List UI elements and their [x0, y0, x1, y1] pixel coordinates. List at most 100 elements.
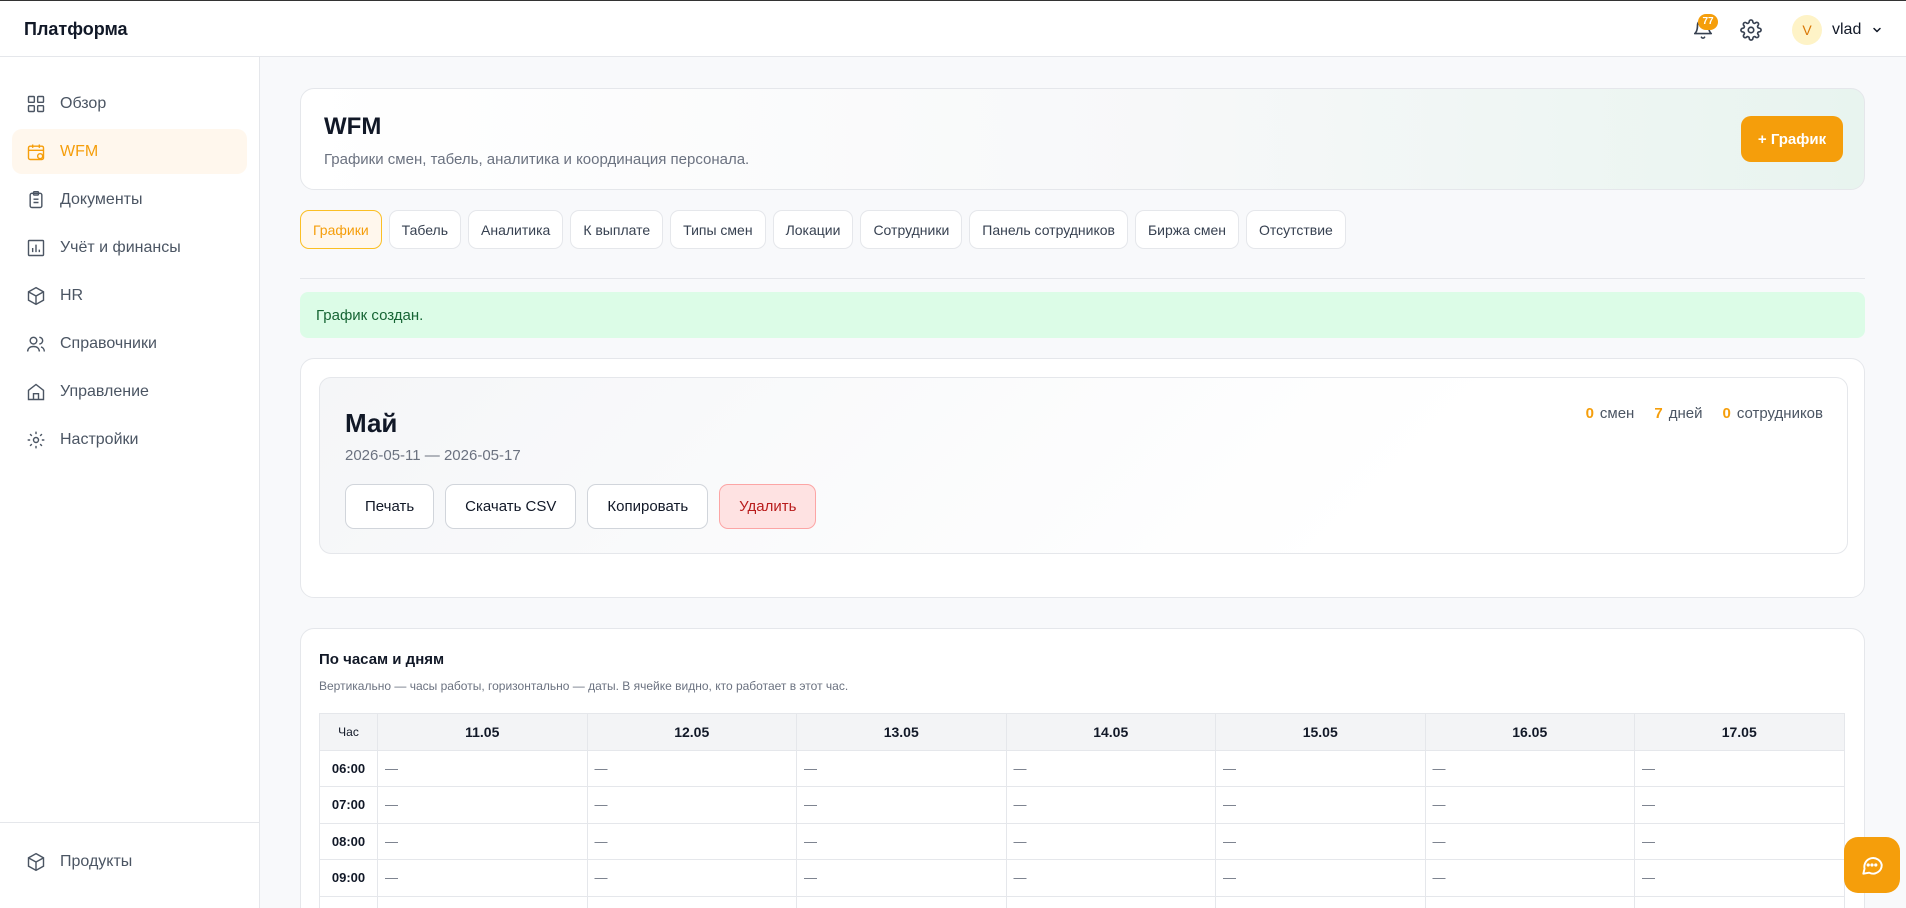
bar-chart-icon: [27, 239, 45, 256]
day-column-header: 16.05: [1424, 713, 1635, 751]
day-column-header: 15.05: [1215, 713, 1426, 751]
chat-icon: [1862, 857, 1883, 875]
grid-header-row: Час 11.05 12.05 13.05 14.05 15.05 16.05 …: [319, 713, 1845, 751]
schedule-title: Май: [345, 408, 398, 438]
hour-cell: 09:00: [319, 859, 378, 897]
slot-cell[interactable]: —: [377, 786, 588, 824]
tab-timesheet[interactable]: Табель: [388, 210, 462, 249]
hour-cell: 06:00: [319, 749, 378, 787]
slot-cell[interactable]: [1215, 895, 1426, 908]
table-row: 07:00 — — — — — — —: [319, 786, 1845, 824]
slot-cell[interactable]: —: [1005, 786, 1216, 824]
tab-shift-exchange[interactable]: Биржа смен: [1134, 210, 1239, 249]
tab-analytics[interactable]: Аналитика: [468, 210, 564, 249]
avatar: V: [1792, 15, 1822, 45]
slot-cell[interactable]: —: [1634, 822, 1845, 860]
copy-button[interactable]: Копировать: [587, 484, 709, 529]
day-column-header: 17.05: [1634, 713, 1845, 751]
slot-cell[interactable]: —: [1005, 749, 1216, 787]
tab-employee-panel[interactable]: Панель сотрудников: [969, 210, 1128, 249]
sidebar-item-finance[interactable]: Учёт и финансы: [12, 225, 247, 270]
print-button[interactable]: Печать: [345, 484, 435, 529]
sidebar-item-hr[interactable]: HR: [12, 273, 247, 318]
table-row: [319, 895, 1845, 908]
sidebar-item-settings[interactable]: Настройки: [12, 417, 247, 462]
slot-cell[interactable]: —: [377, 749, 588, 787]
stat-employees: 0 сотрудников: [1722, 405, 1823, 422]
clipboard-icon: [29, 190, 43, 208]
brand-logo[interactable]: Платформа: [24, 19, 128, 40]
tab-employees[interactable]: Сотрудники: [860, 210, 963, 249]
sidebar-item-directories[interactable]: Справочники: [12, 321, 247, 366]
sidebar-item-products[interactable]: Продукты: [12, 839, 247, 884]
gear-icon[interactable]: [1740, 19, 1762, 41]
sidebar-item-label: Учёт и финансы: [60, 238, 181, 256]
sidebar-item-label: WFM: [60, 142, 99, 160]
sidebar: Обзор WFM Документы Учёт и финансы HR Сп…: [0, 57, 260, 908]
stat-days: 7 дней: [1654, 405, 1703, 422]
slot-cell[interactable]: —: [1005, 859, 1216, 897]
cube-icon: [27, 286, 45, 305]
day-column-header: 12.05: [586, 713, 797, 751]
slot-cell[interactable]: —: [1634, 749, 1845, 787]
tabs-divider: [300, 278, 1865, 279]
day-column-header: 11.05: [377, 713, 588, 751]
slot-cell[interactable]: —: [796, 859, 1007, 897]
slot-cell[interactable]: —: [1215, 859, 1426, 897]
sidebar-item-overview[interactable]: Обзор: [12, 81, 247, 126]
hour-cell: 08:00: [319, 822, 378, 860]
tab-payouts[interactable]: К выплате: [570, 210, 664, 249]
schedule-date-range: 2026-05-11 — 2026-05-17: [345, 447, 521, 464]
chevron-down-icon: [1873, 27, 1882, 33]
download-csv-button[interactable]: Скачать CSV: [445, 484, 577, 529]
slot-cell[interactable]: —: [796, 786, 1007, 824]
slot-cell[interactable]: [377, 895, 588, 908]
slot-cell[interactable]: —: [1215, 822, 1426, 860]
schedule-stats: 0 смен 7 дней 0 сотрудников: [1586, 405, 1823, 422]
tabs: Графики Табель Аналитика К выплате Типы …: [300, 210, 1346, 250]
slot-cell[interactable]: [796, 895, 1007, 908]
delete-button[interactable]: Удалить: [719, 484, 817, 529]
sidebar-item-management[interactable]: Управление: [12, 369, 247, 414]
slot-cell[interactable]: —: [1424, 786, 1635, 824]
slot-cell[interactable]: —: [796, 822, 1007, 860]
add-schedule-button[interactable]: + График: [1741, 116, 1843, 162]
slot-cell[interactable]: —: [1634, 786, 1845, 824]
tab-schedules[interactable]: Графики: [300, 210, 382, 249]
slot-cell[interactable]: —: [377, 822, 588, 860]
day-column-header: 13.05: [796, 713, 1007, 751]
sidebar-item-label: Управление: [60, 382, 149, 400]
slot-cell[interactable]: —: [586, 822, 797, 860]
slot-cell[interactable]: [1005, 895, 1216, 908]
slot-cell[interactable]: [586, 895, 797, 908]
slot-cell[interactable]: —: [1424, 749, 1635, 787]
tab-absence[interactable]: Отсутствие: [1245, 210, 1346, 249]
sidebar-item-wfm[interactable]: WFM: [12, 129, 247, 174]
slot-cell[interactable]: —: [1634, 859, 1845, 897]
slot-cell[interactable]: —: [586, 786, 797, 824]
grid-icon: [27, 95, 45, 112]
sidebar-divider: [0, 822, 260, 823]
tab-shift-types[interactable]: Типы смен: [670, 210, 766, 249]
slot-cell[interactable]: —: [1424, 859, 1635, 897]
sidebar-item-label: Продукты: [60, 852, 133, 870]
slot-cell[interactable]: [1634, 895, 1845, 908]
slot-cell[interactable]: —: [1215, 749, 1426, 787]
slot-cell[interactable]: [1424, 895, 1635, 908]
slot-cell[interactable]: —: [1005, 822, 1216, 860]
user-menu[interactable]: V vlad: [1792, 15, 1883, 45]
chat-button[interactable]: [1844, 837, 1900, 893]
table-row: 09:00 — — — — — — —: [319, 859, 1845, 897]
hour-column-header: Час: [319, 713, 378, 751]
slot-cell[interactable]: —: [586, 749, 797, 787]
slot-cell[interactable]: —: [586, 859, 797, 897]
sidebar-item-label: Справочники: [60, 334, 157, 352]
tab-locations[interactable]: Локации: [772, 210, 854, 249]
slot-cell[interactable]: —: [1215, 786, 1426, 824]
slot-cell[interactable]: —: [796, 749, 1007, 787]
slot-cell[interactable]: —: [377, 859, 588, 897]
top-bar: Платформа 77 V vlad: [0, 0, 1906, 57]
sidebar-item-documents[interactable]: Документы: [12, 177, 247, 222]
schedule-card: Май 2026-05-11 — 2026-05-17 0 смен 7 дней …: [300, 358, 1865, 598]
slot-cell[interactable]: —: [1424, 822, 1635, 860]
